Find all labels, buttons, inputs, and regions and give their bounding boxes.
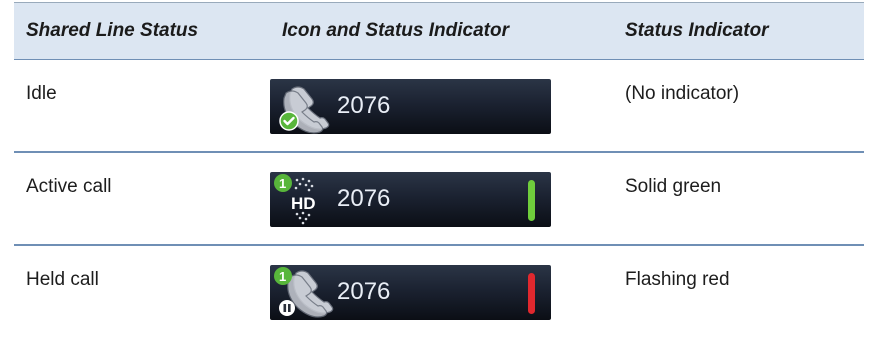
line-number: 2076	[337, 185, 391, 212]
status-label: Held call	[26, 269, 99, 290]
line-key-display: 1 2076	[270, 265, 551, 320]
status-label: Idle	[26, 83, 57, 104]
table-row-idle: Idle 2076 (No indicator)	[14, 60, 864, 153]
status-indicator-text: Flashing red	[625, 269, 730, 290]
status-indicator-bar	[528, 180, 535, 221]
table-row-held-call: Held call 1 2076 Flashing red	[14, 246, 864, 337]
line-number: 2076	[337, 278, 391, 305]
status-indicator-bar	[528, 273, 535, 314]
status-indicator-text: (No indicator)	[625, 83, 740, 104]
phone-handset-check-icon	[279, 86, 330, 134]
hd-audio-icon: HD 1	[274, 174, 316, 225]
call-count-badge: 1	[279, 269, 286, 284]
phone-handset-hold-icon: 1	[274, 267, 334, 318]
status-label: Active call	[26, 176, 112, 197]
shared-line-status-table: Shared Line Status Icon and Status Indic…	[14, 2, 864, 337]
header-icon-and-status-indicator: Icon and Status Indicator	[282, 20, 509, 41]
svg-text:HD: HD	[291, 194, 316, 213]
table-header: Shared Line Status Icon and Status Indic…	[14, 2, 864, 60]
line-key-display: HD 1 2076	[270, 172, 551, 227]
status-indicator-text: Solid green	[625, 176, 722, 197]
header-shared-line-status: Shared Line Status	[26, 20, 199, 41]
line-number: 2076	[337, 92, 391, 119]
table-row-active-call: Active call HD 1 2076 Solid green	[14, 153, 864, 246]
call-count-badge: 1	[279, 176, 286, 191]
header-status-indicator: Status Indicator	[625, 20, 769, 41]
line-key-display: 2076	[270, 79, 551, 134]
